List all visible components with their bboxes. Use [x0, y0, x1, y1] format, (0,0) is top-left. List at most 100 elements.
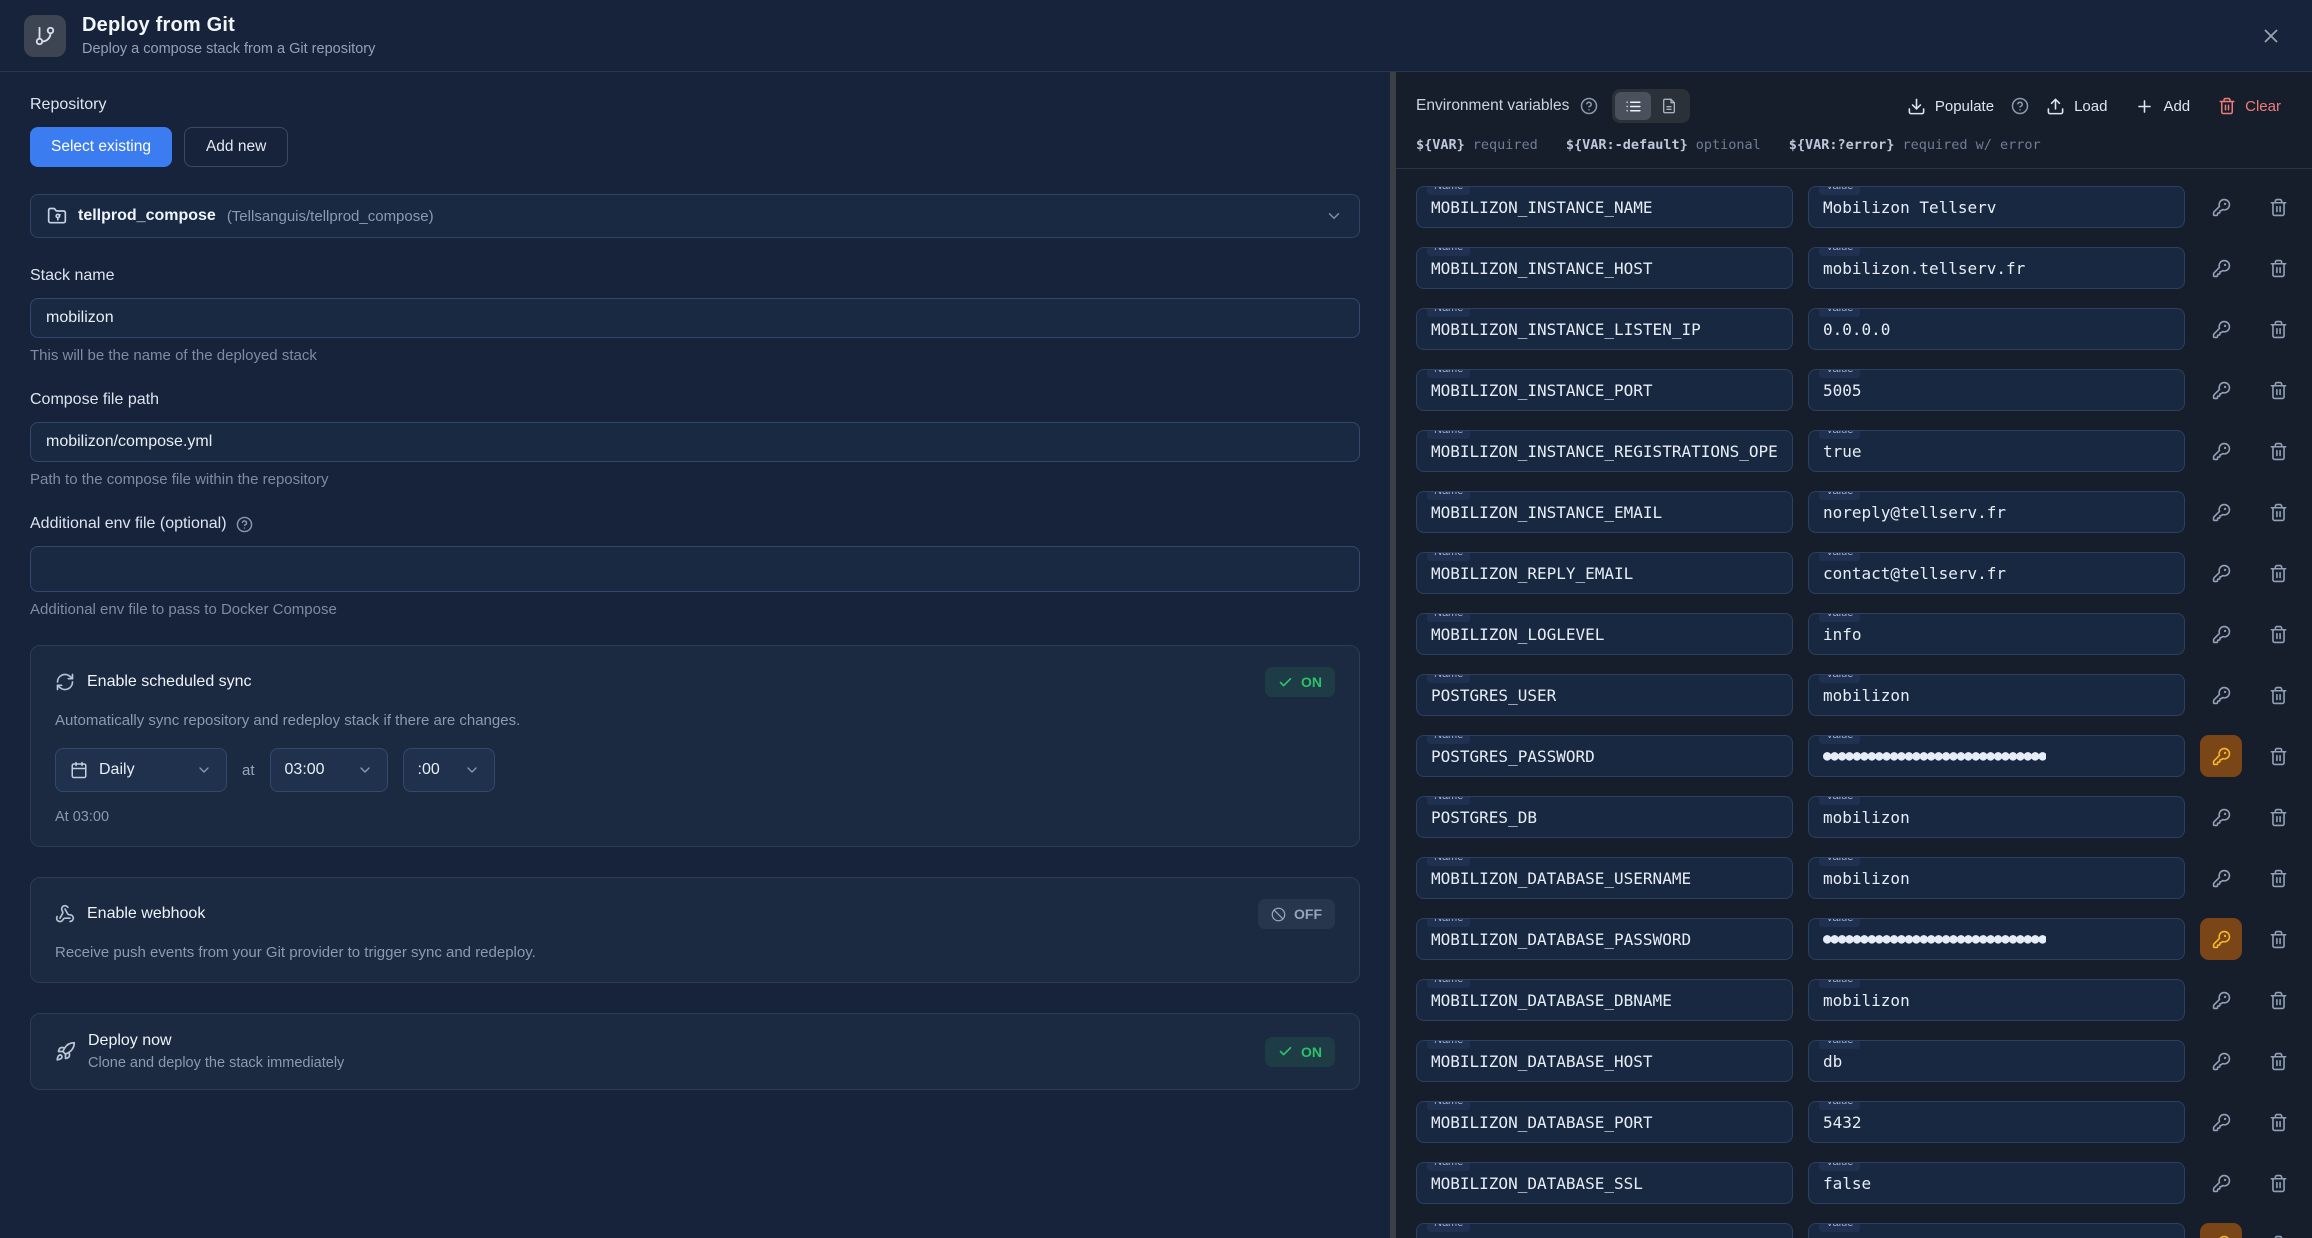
hour-select[interactable]: 03:00	[270, 748, 388, 792]
clear-button[interactable]: Clear	[2207, 89, 2292, 123]
env-value-input[interactable]: Value mobilizon.tellserv.fr	[1808, 247, 2185, 289]
value-field-label: Value	[1819, 308, 1860, 317]
env-value-input[interactable]: Value 0.0.0.0	[1808, 308, 2185, 350]
env-name-input[interactable]: Name MOBILIZON_DATABASE_SSL	[1416, 1162, 1793, 1204]
delete-row-trash-icon[interactable]	[2257, 1040, 2299, 1082]
delete-row-trash-icon[interactable]	[2257, 1223, 2299, 1238]
env-value-input[interactable]: Value mobilizon	[1808, 857, 2185, 899]
env-name-input[interactable]: Name MOBILIZON_INSTANCE_PORT	[1416, 369, 1793, 411]
secret-toggle-key-icon[interactable]	[2200, 1223, 2242, 1238]
repository-select[interactable]: tellprod_compose (Tellsanguis/tellprod_c…	[30, 194, 1360, 238]
env-name-input[interactable]: Name MOBILIZON_DATABASE_USERNAME	[1416, 857, 1793, 899]
env-value-input[interactable]: Value 5005	[1808, 369, 2185, 411]
env-value-input[interactable]: Value mobilizon	[1808, 979, 2185, 1021]
value-field-label: Value	[1819, 796, 1860, 805]
secret-toggle-key-icon[interactable]	[2200, 430, 2242, 472]
env-name-input[interactable]: Name MOBILIZON_DATABASE_PORT	[1416, 1101, 1793, 1143]
env-name-input[interactable]: Name POSTGRES_PASSWORD	[1416, 735, 1793, 777]
env-name-input[interactable]: Name MOBILIZON_DATABASE_DBNAME	[1416, 979, 1793, 1021]
secret-toggle-key-icon[interactable]	[2200, 308, 2242, 350]
secret-toggle-key-icon[interactable]	[2200, 552, 2242, 594]
env-value-input[interactable]: Value ●●●●●●●●●●●●●●●●●●●●●●●●●●●●●●	[1808, 918, 2185, 960]
close-icon[interactable]	[2254, 19, 2288, 53]
secret-toggle-key-icon[interactable]	[2200, 918, 2242, 960]
delete-row-trash-icon[interactable]	[2257, 613, 2299, 655]
env-value-input[interactable]: Value mobilizon	[1808, 796, 2185, 838]
env-value-input[interactable]: Value 5432	[1808, 1101, 2185, 1143]
compose-path-label: Compose file path	[30, 391, 1360, 409]
value-field-label: Value	[1819, 979, 1860, 988]
compose-path-input[interactable]: mobilizon/compose.yml	[30, 422, 1360, 462]
secret-toggle-key-icon[interactable]	[2200, 613, 2242, 655]
load-button[interactable]: Load	[2035, 89, 2118, 124]
compose-path-helper: Path to the compose file within the repo…	[30, 471, 1360, 488]
delete-row-trash-icon[interactable]	[2257, 430, 2299, 472]
delete-row-trash-icon[interactable]	[2257, 552, 2299, 594]
name-field-label: Name	[1427, 857, 1470, 866]
secret-toggle-key-icon[interactable]	[2200, 369, 2242, 411]
delete-row-trash-icon[interactable]	[2257, 1101, 2299, 1143]
secret-toggle-key-icon[interactable]	[2200, 857, 2242, 899]
secret-toggle-key-icon[interactable]	[2200, 1101, 2242, 1143]
env-name-input[interactable]: Name MOBILIZON_REPLY_EMAIL	[1416, 552, 1793, 594]
env-name-input[interactable]: Name MOBILIZON_INSTANCE_NAME	[1416, 186, 1793, 228]
env-value-input[interactable]: Value false	[1808, 1162, 2185, 1204]
env-name-input[interactable]: Name MOBILIZON_INSTANCE_SECRET_KEY_BASE	[1416, 1223, 1793, 1238]
env-value-input[interactable]: Value info	[1808, 613, 2185, 655]
delete-row-trash-icon[interactable]	[2257, 979, 2299, 1021]
env-name-input[interactable]: Name MOBILIZON_INSTANCE_EMAIL	[1416, 491, 1793, 533]
delete-row-trash-icon[interactable]	[2257, 796, 2299, 838]
secret-toggle-key-icon[interactable]	[2200, 186, 2242, 228]
env-name-input[interactable]: Name MOBILIZON_DATABASE_PASSWORD	[1416, 918, 1793, 960]
env-name-input[interactable]: Name POSTGRES_USER	[1416, 674, 1793, 716]
secret-toggle-key-icon[interactable]	[2200, 796, 2242, 838]
add-button[interactable]: Add	[2124, 89, 2201, 124]
minute-select[interactable]: :00	[403, 748, 495, 792]
delete-row-trash-icon[interactable]	[2257, 308, 2299, 350]
env-name-input[interactable]: Name POSTGRES_DB	[1416, 796, 1793, 838]
select-existing-button[interactable]: Select existing	[30, 127, 172, 167]
delete-row-trash-icon[interactable]	[2257, 247, 2299, 289]
env-name-input[interactable]: Name MOBILIZON_LOGLEVEL	[1416, 613, 1793, 655]
delete-row-trash-icon[interactable]	[2257, 735, 2299, 777]
delete-row-trash-icon[interactable]	[2257, 186, 2299, 228]
secret-toggle-key-icon[interactable]	[2200, 735, 2242, 777]
secret-toggle-key-icon[interactable]	[2200, 674, 2242, 716]
env-file-input[interactable]	[30, 546, 1360, 592]
env-value-input[interactable]: Value noreply@tellserv.fr	[1808, 491, 2185, 533]
env-value-input[interactable]: Value contact@tellserv.fr	[1808, 552, 2185, 594]
delete-row-trash-icon[interactable]	[2257, 857, 2299, 899]
frequency-select[interactable]: Daily	[55, 748, 227, 792]
env-value-input[interactable]: Value true	[1808, 430, 2185, 472]
env-name-input[interactable]: Name MOBILIZON_INSTANCE_REGISTRATIONS_OP…	[1416, 430, 1793, 472]
secret-toggle-key-icon[interactable]	[2200, 1040, 2242, 1082]
list-view-icon[interactable]	[1615, 92, 1651, 120]
stack-name-input[interactable]: mobilizon	[30, 298, 1360, 338]
secret-toggle-key-icon[interactable]	[2200, 979, 2242, 1021]
scheduled-sync-toggle[interactable]: ON	[1265, 667, 1335, 697]
delete-row-trash-icon[interactable]	[2257, 918, 2299, 960]
add-new-button[interactable]: Add new	[184, 127, 288, 167]
env-value-input[interactable]: Value mobilizon	[1808, 674, 2185, 716]
file-view-icon[interactable]	[1651, 92, 1687, 120]
env-value-input[interactable]: Value db	[1808, 1040, 2185, 1082]
env-name-input[interactable]: Name MOBILIZON_INSTANCE_HOST	[1416, 247, 1793, 289]
env-value-input[interactable]: Value Mobilizon Tellserv	[1808, 186, 2185, 228]
delete-row-trash-icon[interactable]	[2257, 491, 2299, 533]
delete-row-trash-icon[interactable]	[2257, 674, 2299, 716]
env-name-input[interactable]: Name MOBILIZON_DATABASE_HOST	[1416, 1040, 1793, 1082]
env-var-row: Name MOBILIZON_DATABASE_PASSWORD Value ●…	[1416, 918, 2299, 960]
webhook-toggle[interactable]: OFF	[1258, 899, 1335, 929]
env-var-row: Name MOBILIZON_DATABASE_DBNAME Value mob…	[1416, 979, 2299, 1021]
deploy-now-toggle[interactable]: ON	[1265, 1037, 1335, 1067]
secret-toggle-key-icon[interactable]	[2200, 1162, 2242, 1204]
delete-row-trash-icon[interactable]	[2257, 369, 2299, 411]
secret-toggle-key-icon[interactable]	[2200, 491, 2242, 533]
name-field-label: Name	[1427, 796, 1470, 805]
secret-toggle-key-icon[interactable]	[2200, 247, 2242, 289]
env-value-input[interactable]: Value ●●●●●●●●●●●●●●●●●●●●●●●●●●●●●●●●●●…	[1808, 1223, 2185, 1238]
env-name-input[interactable]: Name MOBILIZON_INSTANCE_LISTEN_IP	[1416, 308, 1793, 350]
env-value-input[interactable]: Value ●●●●●●●●●●●●●●●●●●●●●●●●●●●●●●	[1808, 735, 2185, 777]
delete-row-trash-icon[interactable]	[2257, 1162, 2299, 1204]
populate-button[interactable]: Populate	[1896, 89, 2005, 124]
